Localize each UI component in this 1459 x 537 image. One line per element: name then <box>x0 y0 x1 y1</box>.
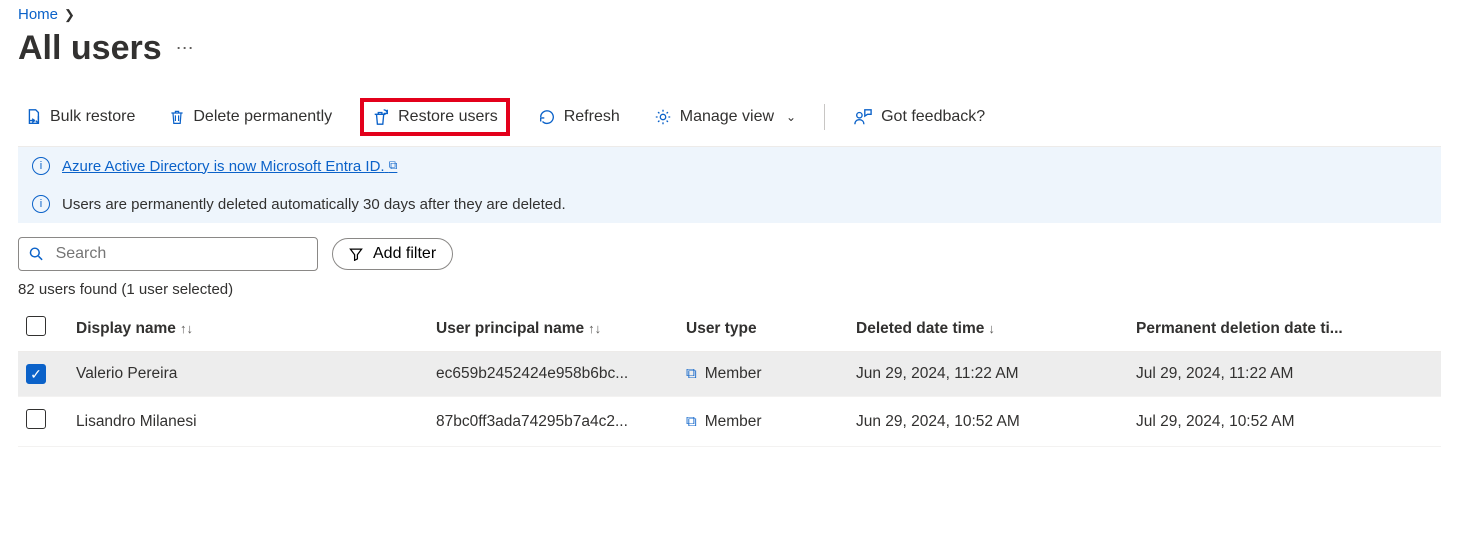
cell-deleted: Jun 29, 2024, 11:22 AM <box>848 352 1128 397</box>
gear-icon <box>654 108 672 126</box>
copy-icon[interactable]: ⧉ <box>686 365 697 382</box>
bulk-restore-button[interactable]: Bulk restore <box>18 104 141 130</box>
manage-view-label: Manage view <box>680 108 774 126</box>
more-options-button[interactable]: ⋯ <box>176 38 196 59</box>
bulk-restore-label: Bulk restore <box>50 108 135 126</box>
info-banner-retention: i Users are permanently deleted automati… <box>18 185 1441 223</box>
column-header-upn[interactable]: User principal name↑↓ <box>428 306 678 352</box>
info-icon: i <box>32 195 50 213</box>
table-row[interactable]: Lisandro Milanesi87bc0ff3ada74295b7a4c2.… <box>18 397 1441 447</box>
toolbar: Bulk restore Delete permanently Restore … <box>18 90 1441 147</box>
table-row[interactable]: ✓ Valerio Pereiraec659b2452424e958b6bc...… <box>18 352 1441 397</box>
trash-icon <box>169 108 185 126</box>
breadcrumb-home[interactable]: Home <box>18 6 58 23</box>
entra-rename-link[interactable]: Azure Active Directory is now Microsoft … <box>62 158 397 175</box>
cell-display-name: Lisandro Milanesi <box>68 397 428 447</box>
person-feedback-icon <box>853 108 873 126</box>
page-title: All users <box>18 29 162 68</box>
info-banner-rename: i Azure Active Directory is now Microsof… <box>18 147 1441 185</box>
delete-permanently-label: Delete permanently <box>193 108 332 126</box>
add-filter-button[interactable]: Add filter <box>332 238 453 270</box>
cell-deleted: Jun 29, 2024, 10:52 AM <box>848 397 1128 447</box>
sort-desc-icon: ↓ <box>988 321 995 336</box>
cell-upn: 87bc0ff3ada74295b7a4c2... <box>428 397 678 447</box>
add-filter-label: Add filter <box>373 245 436 263</box>
users-count-text: 82 users found (1 user selected) <box>18 281 1441 306</box>
got-feedback-button[interactable]: Got feedback? <box>847 104 991 130</box>
restore-users-button[interactable]: Restore users <box>360 98 510 136</box>
got-feedback-label: Got feedback? <box>881 108 985 126</box>
refresh-label: Refresh <box>564 108 620 126</box>
filter-icon <box>349 247 363 261</box>
copy-icon[interactable]: ⧉ <box>686 413 697 430</box>
search-icon <box>29 246 44 262</box>
chevron-down-icon: ⌄ <box>786 110 796 124</box>
refresh-icon <box>538 108 556 126</box>
search-box[interactable] <box>18 237 318 271</box>
toolbar-divider <box>824 104 825 130</box>
cell-user-type: ⧉Member <box>678 352 848 397</box>
entra-rename-text: Azure Active Directory is now Microsoft … <box>62 158 385 175</box>
document-arrow-icon <box>24 108 42 126</box>
select-all-checkbox[interactable] <box>26 316 46 336</box>
breadcrumb: Home ❯ <box>18 6 1441 23</box>
external-link-icon: ⧉ <box>389 158 398 172</box>
refresh-button[interactable]: Refresh <box>532 104 626 130</box>
cell-permanent: Jul 29, 2024, 11:22 AM <box>1128 352 1441 397</box>
users-table: Display name↑↓ User principal name↑↓ Use… <box>18 306 1441 447</box>
cell-display-name: Valerio Pereira <box>68 352 428 397</box>
sort-both-icon: ↑↓ <box>588 321 601 336</box>
row-checkbox[interactable]: ✓ <box>26 364 46 384</box>
delete-permanently-button[interactable]: Delete permanently <box>163 104 338 130</box>
column-header-deleted[interactable]: Deleted date time↓ <box>848 306 1128 352</box>
trash-restore-icon <box>372 108 390 126</box>
cell-permanent: Jul 29, 2024, 10:52 AM <box>1128 397 1441 447</box>
column-header-display-name[interactable]: Display name↑↓ <box>68 306 428 352</box>
column-header-user-type[interactable]: User type <box>678 306 848 352</box>
chevron-right-icon: ❯ <box>64 7 75 23</box>
search-input[interactable] <box>54 244 307 264</box>
cell-upn: ec659b2452424e958b6bc... <box>428 352 678 397</box>
cell-user-type: ⧉Member <box>678 397 848 447</box>
info-icon: i <box>32 157 50 175</box>
column-header-permanent[interactable]: Permanent deletion date ti... <box>1128 306 1441 352</box>
row-checkbox[interactable] <box>26 409 46 429</box>
restore-users-label: Restore users <box>398 108 498 126</box>
retention-text: Users are permanently deleted automatica… <box>62 196 566 213</box>
sort-both-icon: ↑↓ <box>180 321 193 336</box>
manage-view-button[interactable]: Manage view ⌄ <box>648 104 802 130</box>
